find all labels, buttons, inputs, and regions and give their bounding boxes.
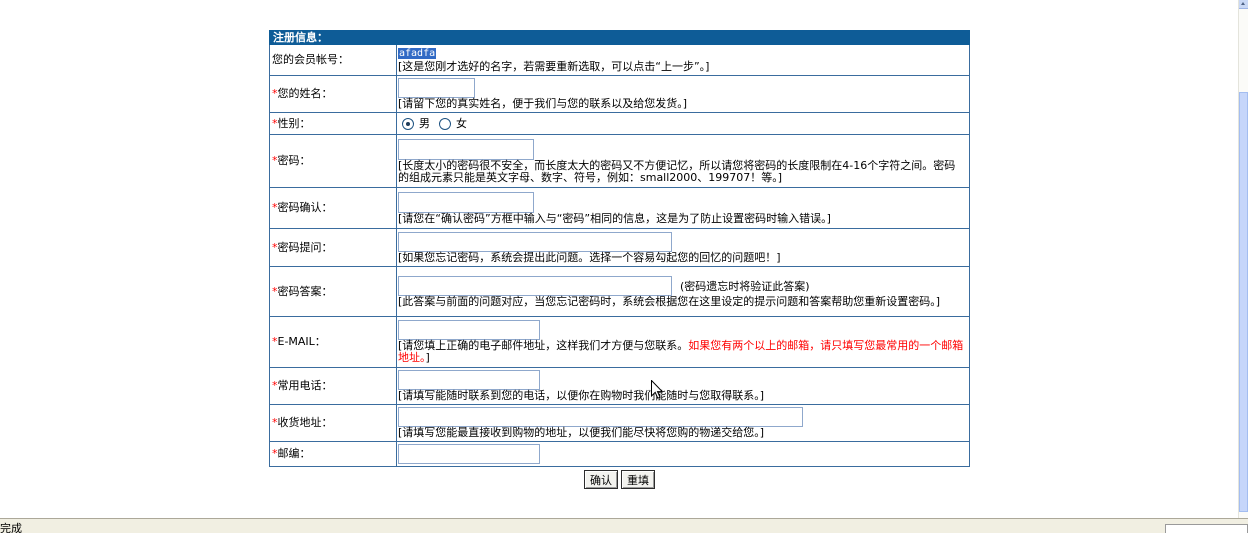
form-header-row: 注册信息： <box>269 30 970 45</box>
row-realname: *您的姓名： [请留下您的真实姓名，便于我们与您的联系以及给您发货。] <box>269 75 970 113</box>
address-cell: [请填写您能最直接收到购物的地址，以便我们能尽快将您购的物递交给您。] <box>396 404 970 442</box>
row-gender: *性别： 男 女 <box>269 112 970 135</box>
username-hint: [这是您刚才选好的名字，若需要重新选取，可以点击“上一步”。] <box>398 60 710 73</box>
phone-cell: [请填写能随时联系到您的电话，以便你在购物时我们能随时与您取得联系。] <box>396 367 970 405</box>
phone-label: 常用电话： <box>277 379 333 392</box>
row-email: *E-MAIL： [请您填上正确的电子邮件地址，这样我们才方便与您联系。如果您有… <box>269 316 970 368</box>
address-label-cell: *收货地址： <box>269 404 397 442</box>
email-hint-end: ] <box>425 351 430 364</box>
password-input[interactable] <box>398 138 534 160</box>
row-question: *密码提问： [如果您忘记密码，系统会提出此问题。选择一个容易勾起您的回忆的问题… <box>269 228 970 267</box>
status-bar: 完成 <box>0 518 1248 533</box>
password-label-cell: *密码： <box>269 134 397 188</box>
question-input[interactable] <box>398 231 672 252</box>
gender-male-label[interactable]: 男 <box>419 117 430 130</box>
registration-form: 注册信息： 您的会员帐号： afadfa [这是您刚才选好的名字，若需要重新选取… <box>269 30 970 467</box>
gender-label: 性别： <box>277 116 311 130</box>
answer-cell: (密码遗忘时将验证此答案) [此答案与前面的问题对应，当您忘记密码时，系统会根据… <box>396 266 970 317</box>
gender-radio-group: 男 女 <box>398 117 965 131</box>
gender-label-cell: *性别： <box>269 112 397 135</box>
realname-input[interactable] <box>398 78 475 98</box>
row-password-confirm: *密码确认： [请您在“确认密码”方框中输入与“密码”相同的信息，这是为了防止设… <box>269 187 970 229</box>
email-input[interactable] <box>398 320 540 340</box>
answer-label-cell: *密码答案： <box>269 266 397 317</box>
gender-female-label[interactable]: 女 <box>456 117 467 130</box>
address-hint: [请填写您能最直接收到购物的地址，以便我们能尽快将您购的物递交给您。] <box>398 426 765 439</box>
answer-label: 密码答案： <box>277 284 333 298</box>
answer-note: (密码遗忘时将验证此答案) <box>680 279 810 293</box>
phone-hint: [请填写能随时联系到您的电话，以便你在购物时我们能随时与您取得联系。] <box>398 389 765 402</box>
answer-input[interactable] <box>398 275 672 296</box>
row-username: 您的会员帐号： afadfa [这是您刚才选好的名字，若需要重新选取，可以点击“… <box>269 44 970 76</box>
postcode-label: 邮编： <box>277 447 311 460</box>
answer-input-row: (密码遗忘时将验证此答案) <box>398 275 965 296</box>
realname-label: 您的姓名： <box>277 87 333 100</box>
form-buttons: 确认 重填 <box>584 470 658 489</box>
password-cell: [长度太小的密码很不安全，而长度太大的密码又不方便记忆，所以请您将密码的长度限制… <box>396 134 970 188</box>
gender-male-radio[interactable] <box>402 117 414 130</box>
gender-cell: 男 女 <box>396 112 970 135</box>
postcode-input[interactable] <box>398 444 540 464</box>
password-hint: [长度太小的密码很不安全，而长度太大的密码又不方便记忆，所以请您将密码的长度限制… <box>398 158 956 184</box>
email-label-cell: *E-MAIL： <box>269 316 397 368</box>
question-label: 密码提问： <box>277 240 333 254</box>
email-hint-text: [请您填上正确的电子邮件地址，这样我们才方便与您联系。 <box>398 339 689 352</box>
gender-female-radio[interactable] <box>439 117 451 130</box>
form-title: 注册信息： <box>269 30 970 45</box>
postcode-cell <box>396 441 970 467</box>
reset-button[interactable]: 重填 <box>621 470 655 489</box>
username-value[interactable]: afadfa <box>398 48 437 59</box>
row-address: *收货地址： [请填写您能最直接收到购物的地址，以便我们能尽快将您购的物递交给您… <box>269 404 970 442</box>
question-label-cell: *密码提问： <box>269 228 397 267</box>
password-confirm-input[interactable] <box>398 191 534 213</box>
status-panel <box>1165 524 1248 533</box>
mouse-cursor-icon <box>651 380 663 399</box>
address-label: 收货地址： <box>277 416 333 429</box>
row-password: *密码： [长度太小的密码很不安全，而长度太大的密码又不方便记忆，所以请您将密码… <box>269 134 970 188</box>
email-label: E-MAIL： <box>277 335 326 348</box>
question-cell: [如果您忘记密码，系统会提出此问题。选择一个容易勾起您的回忆的问题吧！] <box>396 228 970 267</box>
scrollbar-thumb[interactable] <box>1239 92 1248 512</box>
address-input[interactable] <box>398 407 803 427</box>
row-postcode: *邮编： <box>269 441 970 467</box>
password-confirm-cell: [请您在“确认密码”方框中输入与“密码”相同的信息，这是为了防止设置密码时输入错… <box>396 187 970 229</box>
password-confirm-label: 密码确认： <box>277 201 333 214</box>
scroll-up-arrow-icon[interactable] <box>1239 0 1248 9</box>
status-text: 完成 <box>0 522 22 533</box>
password-confirm-hint: [请您在“确认密码”方框中输入与“密码”相同的信息，这是为了防止设置密码时输入错… <box>398 211 831 225</box>
username-label: 您的会员帐号： <box>269 44 397 76</box>
username-cell: afadfa [这是您刚才选好的名字，若需要重新选取，可以点击“上一步”。] <box>396 44 970 76</box>
realname-label-cell: *您的姓名： <box>269 75 397 113</box>
submit-button[interactable]: 确认 <box>584 470 618 489</box>
password-confirm-label-cell: *密码确认： <box>269 187 397 229</box>
realname-cell: [请留下您的真实姓名，便于我们与您的联系以及给您发货。] <box>396 75 970 113</box>
answer-hint: [此答案与前面的问题对应，当您忘记密码时，系统会根据您在这里设定的提示问题和答案… <box>398 294 941 308</box>
email-cell: [请您填上正确的电子邮件地址，这样我们才方便与您联系。如果您有两个以上的邮箱，请… <box>396 316 970 368</box>
vertical-scrollbar[interactable] <box>1238 0 1248 518</box>
row-phone: *常用电话： [请填写能随时联系到您的电话，以便你在购物时我们能随时与您取得联系… <box>269 367 970 405</box>
phone-input[interactable] <box>398 370 540 390</box>
postcode-label-cell: *邮编： <box>269 441 397 467</box>
phone-label-cell: *常用电话： <box>269 367 397 405</box>
row-answer: *密码答案： (密码遗忘时将验证此答案) [此答案与前面的问题对应，当您忘记密码… <box>269 266 970 317</box>
email-hint: [请您填上正确的电子邮件地址，这样我们才方便与您联系。如果您有两个以上的邮箱，请… <box>398 340 965 364</box>
realname-hint: [请留下您的真实姓名，便于我们与您的联系以及给您发货。] <box>398 97 688 110</box>
question-hint: [如果您忘记密码，系统会提出此问题。选择一个容易勾起您的回忆的问题吧！] <box>398 250 781 264</box>
password-label: 密码： <box>277 154 311 167</box>
